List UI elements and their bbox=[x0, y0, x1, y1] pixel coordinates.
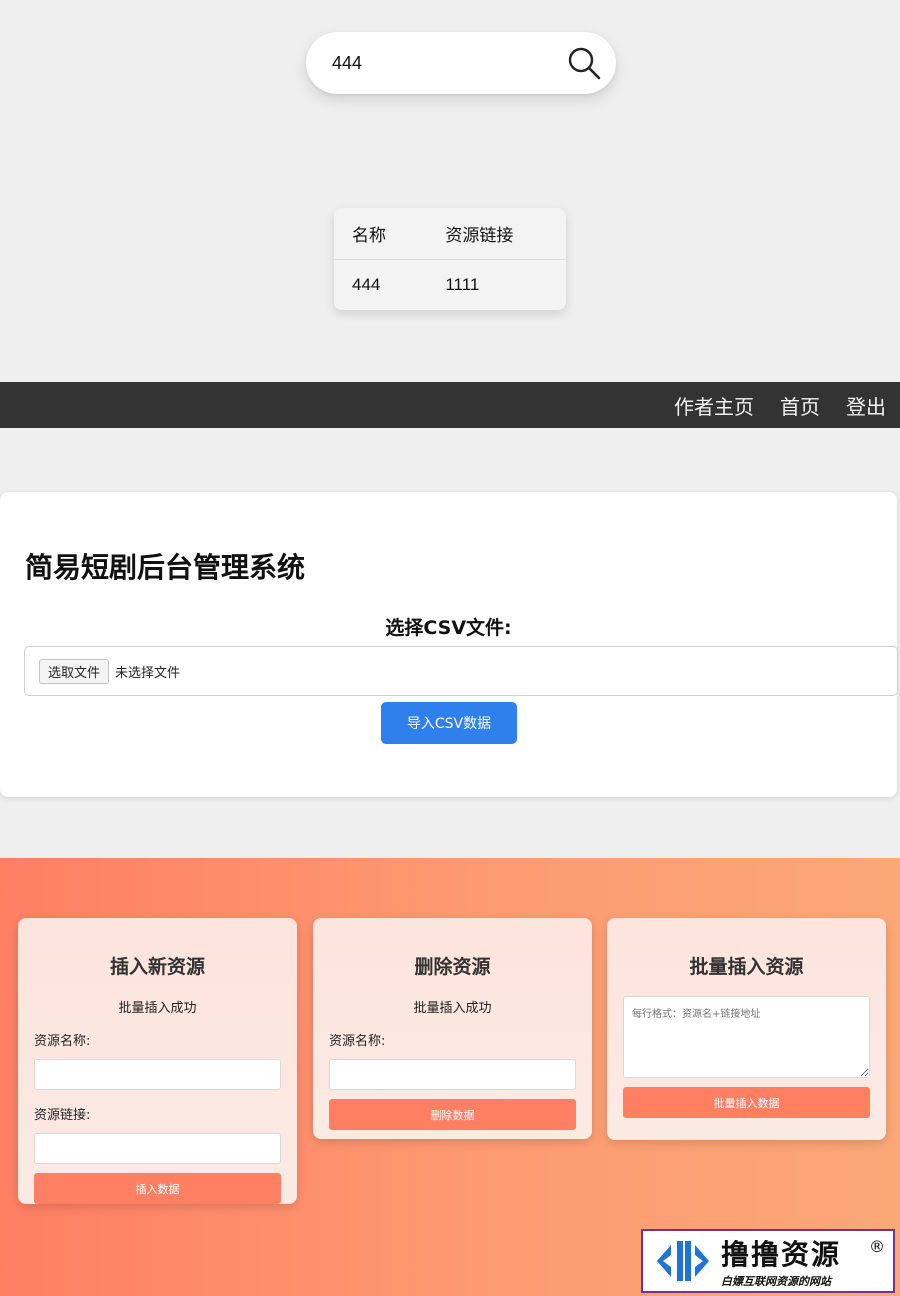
registered-mark: ® bbox=[869, 1237, 885, 1256]
csv-file-label: 选择CSV文件: bbox=[385, 617, 512, 639]
file-status-text: 未选择文件 bbox=[115, 665, 181, 681]
search-section: 名称 资源链接 444 1111 bbox=[0, 0, 900, 382]
logo-icon bbox=[657, 1241, 709, 1281]
site-logo-watermark: 撸撸资源 白嫖互联网资源的网站 ® bbox=[641, 1229, 895, 1293]
logo-sub-text: 白嫖互联网资源的网站 bbox=[721, 1275, 831, 1288]
insert-resource-card: 插入新资源 批量插入成功 资源名称: 资源链接: 插入数据 bbox=[18, 918, 297, 1204]
result-table: 名称 资源链接 444 1111 bbox=[334, 208, 566, 310]
nav-home[interactable]: 首页 bbox=[780, 391, 820, 420]
admin-card: 简易短剧后台管理系统 选择CSV文件: 选取文件 未选择文件 导入CSV数据 bbox=[0, 492, 898, 797]
page-title: 简易短剧后台管理系统 bbox=[25, 551, 306, 584]
delete-resource-card: 删除资源 批量插入成功 资源名称: 删除数据 bbox=[313, 918, 592, 1139]
column-header-link: 资源链接 bbox=[427, 208, 566, 260]
resource-cards-section: 插入新资源 批量插入成功 资源名称: 资源链接: 插入数据 删除资源 批量插入成… bbox=[0, 858, 900, 1296]
search-bar bbox=[306, 32, 616, 94]
logo-main-text: 撸撸资源 bbox=[721, 1238, 842, 1271]
resource-name-label: 资源名称: bbox=[329, 1034, 386, 1049]
logo-text: 撸撸资源 白嫖互联网资源的网站 bbox=[721, 1233, 841, 1289]
resource-name-input[interactable] bbox=[34, 1059, 281, 1090]
admin-section: 作者主页 首页 登出 简易短剧后台管理系统 选择CSV文件: 选取文件 未选择文… bbox=[0, 382, 900, 858]
search-button[interactable] bbox=[564, 43, 604, 83]
nav-logout[interactable]: 登出 bbox=[846, 391, 886, 420]
csv-file-input[interactable]: 选取文件 未选择文件 bbox=[24, 646, 898, 696]
column-header-name: 名称 bbox=[334, 208, 428, 260]
resource-link-label: 资源链接: bbox=[34, 1108, 91, 1123]
choose-file-button[interactable]: 选取文件 bbox=[39, 658, 110, 684]
batch-insert-card: 批量插入资源 批量插入数据 bbox=[607, 918, 886, 1140]
nav-author-home[interactable]: 作者主页 bbox=[674, 391, 754, 420]
search-input[interactable] bbox=[332, 52, 564, 74]
import-csv-button[interactable]: 导入CSV数据 bbox=[381, 702, 517, 744]
cell-link: 1111 bbox=[445, 275, 480, 294]
status-message: 批量插入成功 bbox=[118, 1001, 197, 1016]
delete-name-input[interactable] bbox=[329, 1059, 576, 1090]
batch-textarea[interactable] bbox=[623, 996, 870, 1078]
resource-link-input[interactable] bbox=[34, 1133, 281, 1164]
card-title: 删除资源 bbox=[414, 956, 491, 978]
delete-data-button[interactable]: 删除数据 bbox=[329, 1099, 576, 1130]
status-message: 批量插入成功 bbox=[413, 1001, 492, 1016]
card-title: 批量插入资源 bbox=[689, 956, 804, 978]
card-title: 插入新资源 bbox=[109, 956, 205, 978]
table-header-row: 名称 资源链接 bbox=[334, 208, 566, 260]
search-icon bbox=[568, 47, 601, 80]
batch-insert-button[interactable]: 批量插入数据 bbox=[623, 1087, 870, 1118]
table-row: 444 1111 bbox=[334, 260, 566, 310]
insert-data-button[interactable]: 插入数据 bbox=[34, 1173, 281, 1204]
cell-name: 444 bbox=[352, 275, 381, 294]
resource-name-label: 资源名称: bbox=[34, 1034, 91, 1049]
top-navbar: 作者主页 首页 登出 bbox=[0, 382, 900, 428]
